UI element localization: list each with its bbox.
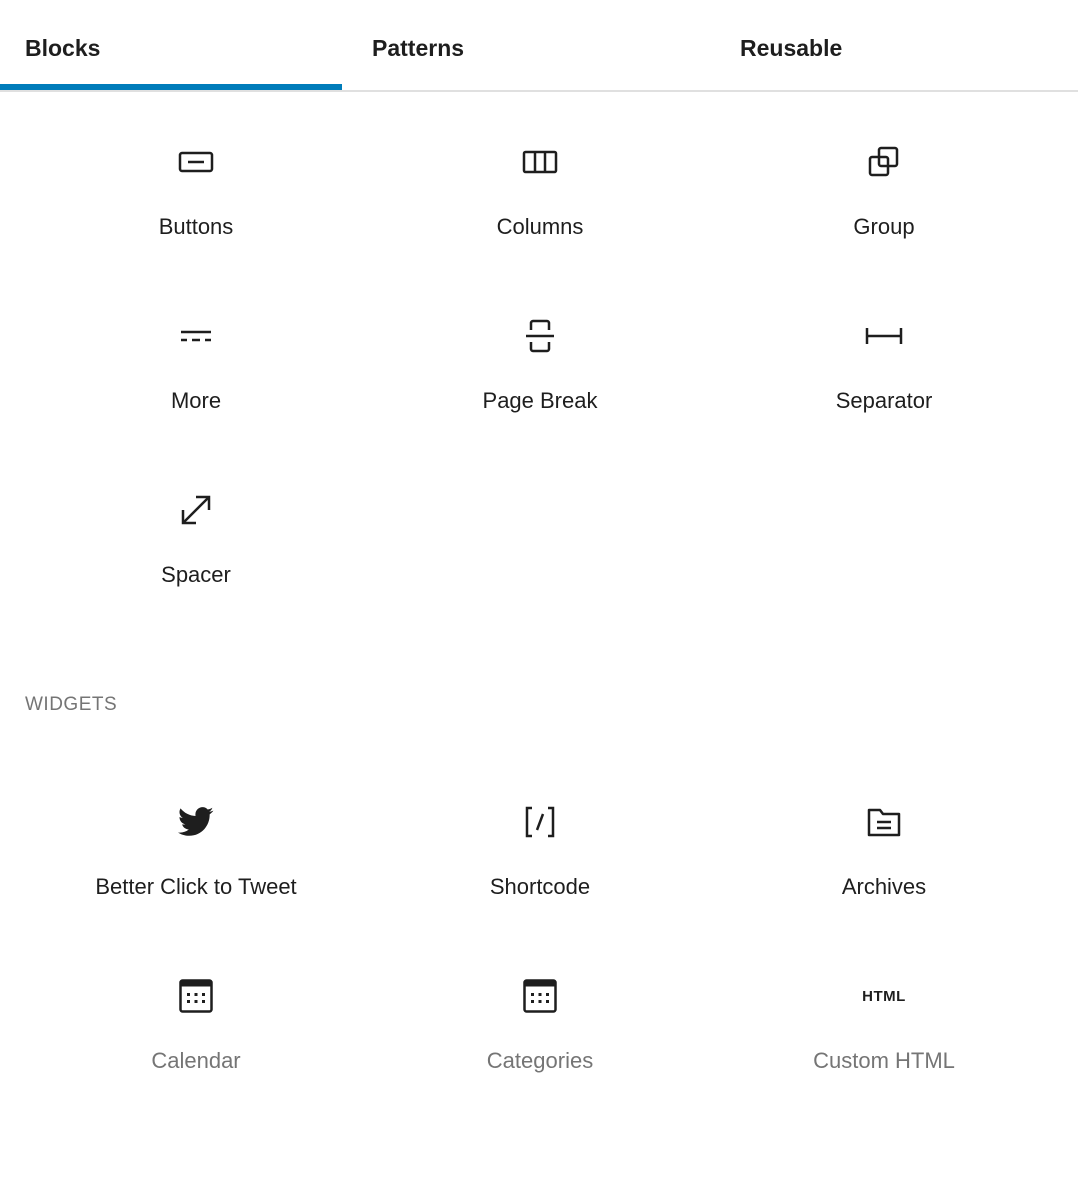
block-label: Columns [496, 214, 584, 239]
separator-icon [864, 316, 904, 356]
block-label: Buttons [158, 214, 234, 239]
page-break-icon [520, 316, 560, 356]
spacer-icon [176, 490, 216, 530]
block-calendar[interactable]: Calendar [24, 976, 368, 1116]
twitter-icon [176, 802, 216, 842]
block-buttons[interactable]: Buttons [24, 142, 368, 282]
block-label: More [170, 388, 222, 413]
html-icon-text: HTML [862, 987, 906, 1005]
more-icon [176, 316, 216, 356]
block-more[interactable]: More [24, 316, 368, 456]
tab-patterns[interactable]: Patterns [372, 0, 464, 92]
block-custom-html[interactable]: HTML Custom HTML [712, 976, 1056, 1116]
block-columns[interactable]: Columns [368, 142, 712, 282]
block-label: Categories [486, 1048, 594, 1073]
widgets-section-title: WIDGETS [25, 694, 118, 715]
active-tab-indicator [0, 84, 342, 90]
html-icon: HTML [862, 976, 906, 1016]
calendar-icon [176, 976, 216, 1016]
block-label: Group [853, 214, 915, 239]
block-label: Separator [835, 388, 933, 413]
block-label: Calendar [151, 1048, 241, 1073]
group-icon [864, 142, 904, 182]
buttons-icon [176, 142, 216, 182]
block-label: Better Click to Tweet [95, 874, 297, 899]
block-group[interactable]: Group [712, 142, 1056, 282]
block-page-break[interactable]: Page Break [368, 316, 712, 456]
block-archives[interactable]: Archives [712, 802, 1056, 942]
inserter-tabs: Blocks Patterns Reusable [0, 0, 1078, 92]
block-label: Shortcode [489, 874, 591, 899]
tab-reusable[interactable]: Reusable [740, 0, 842, 92]
block-categories[interactable]: Categories [368, 976, 712, 1116]
tab-blocks[interactable]: Blocks [25, 0, 100, 92]
block-label: Archives [841, 874, 927, 899]
block-label: Spacer [161, 562, 231, 587]
columns-icon [520, 142, 560, 182]
block-shortcode[interactable]: Shortcode [368, 802, 712, 942]
block-separator[interactable]: Separator [712, 316, 1056, 456]
archives-icon [864, 802, 904, 842]
block-label: Custom HTML [813, 1048, 955, 1073]
block-better-click-to-tweet[interactable]: Better Click to Tweet [24, 802, 368, 942]
block-spacer[interactable]: Spacer [24, 490, 368, 630]
categories-icon [520, 976, 560, 1016]
shortcode-icon [520, 802, 560, 842]
block-label: Page Break [482, 388, 598, 413]
